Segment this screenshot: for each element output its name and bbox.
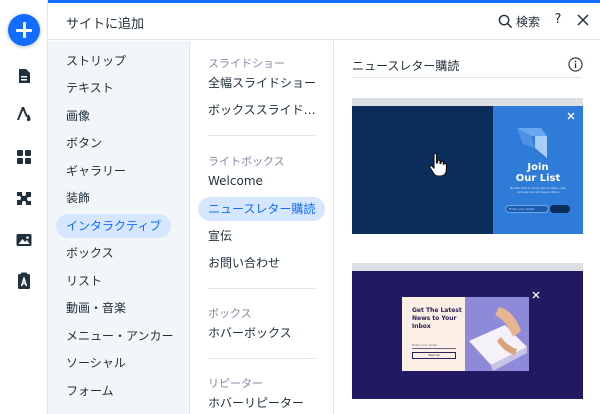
lightbox-signup-button: Sign Up (412, 352, 456, 359)
search-button[interactable]: 検索 (498, 11, 540, 31)
preview-title-underline (352, 77, 582, 78)
section-heading-box: ボックス (208, 307, 252, 320)
divider (208, 358, 316, 359)
category-item-list[interactable]: リスト (56, 269, 112, 293)
close-icon (567, 112, 575, 120)
panel-header: サイトに追加 検索 ? (48, 3, 600, 40)
preview-panel: ニュースレター購読 Join Our List Be the first to … (334, 41, 600, 414)
lightbox-photo (465, 297, 529, 371)
section-heading-lightbox: ライトボックス (208, 155, 285, 168)
thumbnail-top-bar (352, 98, 583, 106)
help-button[interactable]: ? (552, 12, 564, 27)
newsletter-template-thumbnail-1[interactable]: Join Our List Be the first to know about… (352, 98, 583, 234)
lightbox-heading-line2: Our List (515, 173, 561, 184)
subcategory-item-contact[interactable]: お問い合わせ (198, 251, 290, 275)
lightbox-heading-line1: Join (527, 162, 549, 173)
lightbox-submit-button (550, 205, 570, 213)
thumbnail-top-bar (352, 263, 583, 271)
divider (208, 135, 316, 136)
close-button[interactable] (576, 13, 590, 27)
subcategory-item-promotion[interactable]: 宣伝 (198, 224, 242, 248)
lightbox-body-text: Be the first to know about sales, new ar… (510, 186, 566, 194)
lightbox-card: Get The Latest News to Your Inbox Enter … (402, 297, 529, 371)
subcategory-item-hover-repeater[interactable]: ホバーリピーター (198, 391, 314, 414)
category-item-menu-anchor[interactable]: メニュー・アンカー (56, 324, 184, 348)
left-toolbar (0, 0, 48, 414)
subcategory-list: スライドショー 全幅スライドショー ボックススライドショー ライトボックス We… (190, 41, 334, 414)
category-item-image[interactable]: 画像 (56, 104, 100, 128)
lightbox-heading: Get The Latest News to Your Inbox (412, 307, 462, 330)
thumbnail-backdrop (352, 106, 493, 234)
puzzle-icon[interactable] (14, 188, 34, 208)
close-icon (577, 14, 589, 26)
category-item-gallery[interactable]: ギャラリー (56, 159, 136, 183)
divider (208, 288, 316, 289)
newsletter-template-thumbnail-2[interactable]: Get The Latest News to Your Inbox Enter … (352, 263, 583, 399)
subcategory-item-box-slideshow[interactable]: ボックススライドショー (198, 98, 328, 122)
close-icon (532, 291, 540, 299)
section-heading-slideshow: スライドショー (208, 57, 285, 70)
media-icon[interactable] (14, 230, 34, 250)
subcategory-item-welcome[interactable]: Welcome (198, 169, 273, 193)
search-icon (498, 14, 513, 28)
category-list: ストリップ テキスト 画像 ボタン ギャラリー 装飾 インタラクティブ ボックス… (48, 41, 190, 414)
decorative-shape (513, 122, 553, 166)
category-item-text[interactable]: テキスト (56, 76, 124, 100)
section-heading-repeater: リピーター (208, 377, 263, 390)
subcategory-item-newsletter[interactable]: ニュースレター購読 (198, 197, 326, 221)
category-item-video-music[interactable]: 動画・音楽 (56, 296, 136, 320)
portfolio-icon[interactable] (14, 271, 34, 291)
category-item-social[interactable]: ソーシャル (56, 351, 136, 375)
lightbox-email-input: Enter your email (505, 205, 549, 213)
category-item-interactive[interactable]: インタラクティブ (56, 214, 172, 238)
preview-section-title: ニュースレター購読 (352, 59, 460, 73)
category-item-decorative[interactable]: 装飾 (56, 186, 100, 210)
lightbox-email-input: Enter your email (412, 343, 456, 349)
search-label: 検索 (516, 14, 541, 29)
subcategory-item-hover-box[interactable]: ホバーボックス (198, 321, 302, 345)
subcategory-item-fullwidth-slideshow[interactable]: 全幅スライドショー (198, 71, 326, 95)
category-item-box[interactable]: ボックス (56, 241, 124, 265)
page-icon[interactable] (14, 66, 34, 86)
category-item-strip[interactable]: ストリップ (56, 49, 136, 73)
hand-cursor-icon (428, 152, 448, 178)
panel-title: サイトに追加 (66, 17, 145, 32)
apps-grid-icon[interactable] (14, 147, 34, 167)
lightbox-card: Join Our List Be the first to know about… (493, 106, 583, 234)
add-elements-button[interactable] (8, 14, 40, 46)
category-item-form[interactable]: フォーム (56, 379, 124, 403)
category-item-button[interactable]: ボタン (56, 131, 112, 155)
design-icon[interactable] (14, 104, 34, 124)
info-icon[interactable] (568, 57, 583, 72)
